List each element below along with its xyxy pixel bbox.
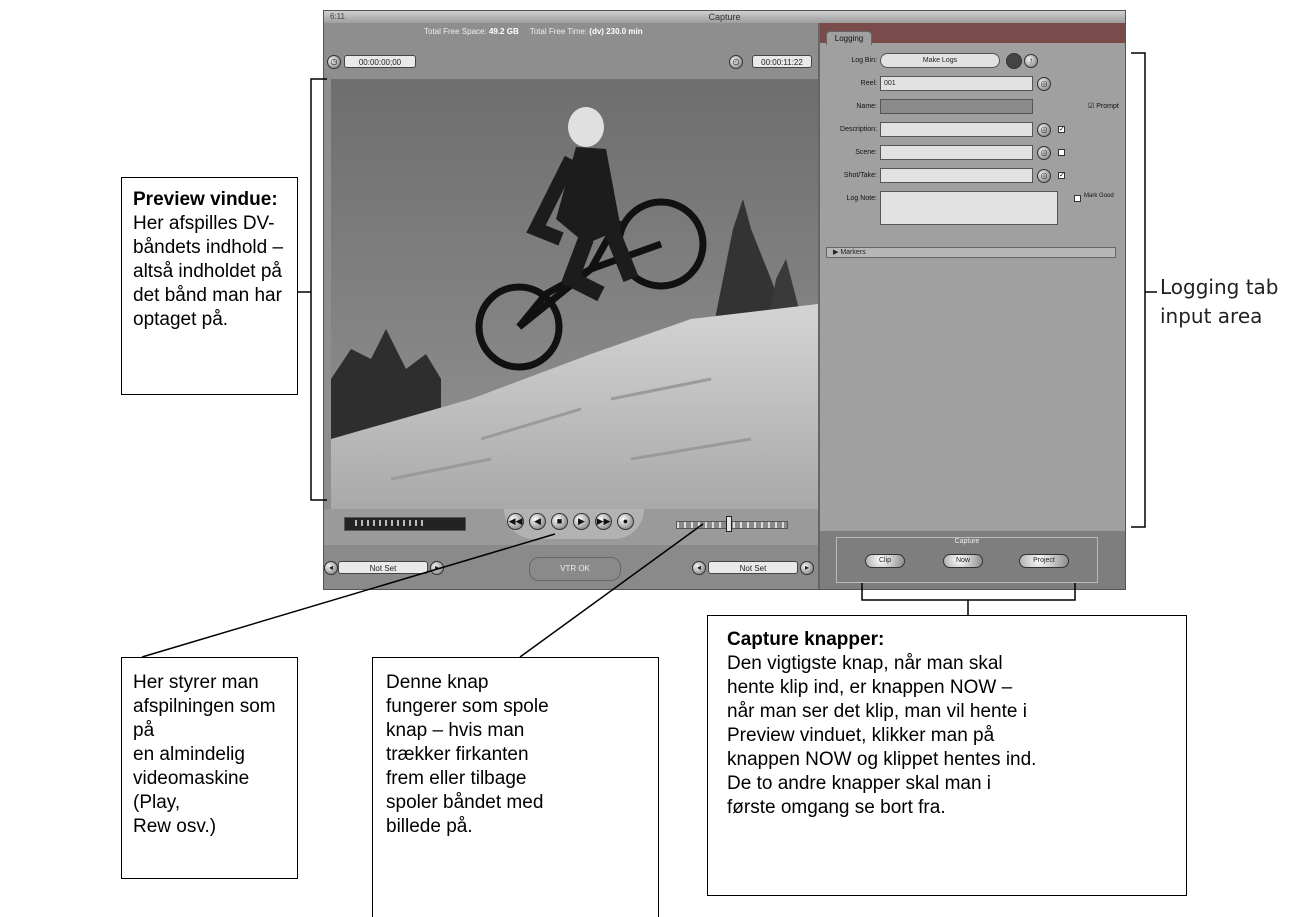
free-time-label: Total Free Time: xyxy=(529,27,588,36)
deck-status-meter xyxy=(344,517,466,531)
mark-out-icon[interactable]: ◂ xyxy=(692,561,706,575)
timecode-current[interactable]: 00:00:11:22 xyxy=(752,55,812,68)
description-slate-icon[interactable]: ◎ xyxy=(1037,123,1051,137)
preview-video xyxy=(331,79,818,509)
capture-annotation: Capture knapper: Den vigtigste knap, når… xyxy=(707,615,1187,896)
shuttle-annotation: Denne knap fungerer som spole knap – hvi… xyxy=(372,657,659,917)
reel-slate-icon[interactable]: ◎ xyxy=(1037,77,1051,91)
reel-field[interactable]: 001 xyxy=(880,76,1033,91)
capture-window: 6:11 Capture Total Free Space: 49.2 GB T… xyxy=(323,10,1126,590)
bike-rider-image xyxy=(331,79,818,509)
in-out-bar: ◂ Not Set ▸ VTR OK ◂ Not Set ▸ xyxy=(324,545,818,589)
log-note-label: Log Note: xyxy=(846,195,877,202)
shuttle-annotation-text: Denne knap fungerer som spole knap – hvi… xyxy=(386,672,549,837)
mark-in-icon[interactable]: ▸ xyxy=(430,561,444,575)
vtr-status: VTR OK xyxy=(529,557,621,581)
log-bin-button[interactable]: Make Logs xyxy=(880,53,1000,68)
play-button[interactable]: ▶ xyxy=(573,513,590,530)
shuttle-knob[interactable] xyxy=(726,516,732,532)
free-space-value: 49.2 GB xyxy=(488,27,519,36)
record-button[interactable]: ● xyxy=(617,513,634,530)
preview-annotation-heading: Preview vindue: xyxy=(133,189,278,210)
name-label: Name: xyxy=(856,103,877,110)
shot-take-slate-icon[interactable]: ◎ xyxy=(1037,169,1051,183)
tab-logging[interactable]: Logging xyxy=(826,31,872,45)
rewind-button[interactable]: ◀◀ xyxy=(507,513,524,530)
stop-button[interactable]: ■ xyxy=(551,513,568,530)
reel-label: Reel: xyxy=(860,80,877,87)
log-note-field[interactable] xyxy=(880,191,1058,225)
scene-field[interactable] xyxy=(880,145,1033,160)
capture-now-button[interactable]: Now xyxy=(943,554,983,568)
scene-slate-icon[interactable]: ◎ xyxy=(1037,146,1051,160)
prompt-checkbox-label[interactable]: ☑ Prompt xyxy=(1088,102,1119,110)
capture-title: Capture xyxy=(954,538,980,545)
logging-panel: Logging Log Bin: Make Logs ↑ Reel: 001 ◎… xyxy=(818,23,1125,531)
current-timecode-icon: ◴ xyxy=(729,55,743,69)
step-back-button[interactable]: ◀ xyxy=(529,513,546,530)
capture-project-button[interactable]: Project xyxy=(1019,554,1069,568)
shot-take-checkbox[interactable]: ✓ xyxy=(1058,172,1065,179)
clip-duration-icon: ◷ xyxy=(327,55,341,69)
transport-controls: ◀◀ ◀ ■ ▶ ▶▶ ● xyxy=(324,509,818,545)
scene-checkbox[interactable] xyxy=(1058,149,1065,156)
out-point-field[interactable]: Not Set xyxy=(708,561,798,574)
description-checkbox[interactable]: ✓ xyxy=(1058,126,1065,133)
capture-group: Capture Clip Now Project xyxy=(836,537,1098,583)
capture-section: Capture Clip Now Project xyxy=(818,531,1125,589)
free-space-info: Total Free Space: 49.2 GB Total Free Tim… xyxy=(424,27,804,36)
name-field[interactable] xyxy=(880,99,1033,114)
window-label: 6:11 xyxy=(330,12,345,21)
playback-annotation-text: Her styrer man afspilningen som på en al… xyxy=(133,672,276,837)
go-to-out-icon[interactable]: ▸ xyxy=(800,561,814,575)
window-titlebar[interactable]: 6:11 Capture xyxy=(324,11,1125,23)
logging-tab-label: Logging tab input area xyxy=(1160,275,1279,328)
playback-annotation: Her styrer man afspilningen som på en al… xyxy=(121,657,298,879)
shot-take-field[interactable] xyxy=(880,168,1033,183)
free-time-value: (dv) 230.0 min xyxy=(589,27,643,36)
scene-label: Scene: xyxy=(855,149,877,156)
capture-clip-button[interactable]: Clip xyxy=(865,554,905,568)
transport-button-group: ◀◀ ◀ ■ ▶ ▶▶ ● xyxy=(504,509,644,539)
preview-annotation-body: Her afspilles DV- båndets indhold – alts… xyxy=(133,213,284,330)
timecode-duration[interactable]: 00:00:00;00 xyxy=(344,55,416,68)
free-space-label: Total Free Space: xyxy=(424,27,487,36)
fast-forward-button[interactable]: ▶▶ xyxy=(595,513,612,530)
record-indicator-icon xyxy=(1006,53,1022,69)
prompt-label: Prompt xyxy=(1096,103,1119,110)
preview-annotation: Preview vindue: Her afspilles DV- båndet… xyxy=(121,177,298,395)
log-bin-up-icon[interactable]: ↑ xyxy=(1024,54,1038,68)
window-title: Capture xyxy=(708,12,741,22)
mark-good-label: Mark Good xyxy=(1084,193,1114,199)
go-to-in-icon[interactable]: ◂ xyxy=(324,561,338,575)
log-bin-label: Log Bin: xyxy=(851,57,877,64)
description-label: Description: xyxy=(840,126,877,133)
logging-bracket xyxy=(1131,52,1146,528)
in-point-field[interactable]: Not Set xyxy=(338,561,428,574)
description-field[interactable] xyxy=(880,122,1033,137)
shuttle-control[interactable] xyxy=(676,521,788,529)
capture-annotation-heading: Capture knapper: xyxy=(727,629,885,650)
shot-take-label: Shot/Take: xyxy=(843,172,877,179)
capture-annotation-body: Den vigtigste knap, når man skal hente k… xyxy=(727,653,1037,818)
mark-good-checkbox[interactable] xyxy=(1074,195,1081,202)
markers-disclosure[interactable]: ▶ Markers xyxy=(826,247,1116,258)
